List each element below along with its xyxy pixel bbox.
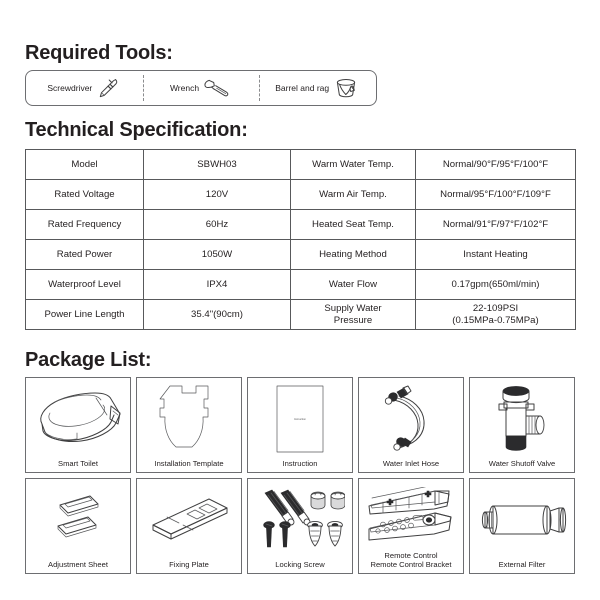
package-item-fixing-plate: Fixing Plate (136, 478, 242, 574)
spec-label-right: Warm Water Temp. (290, 149, 416, 180)
package-item-label: External Filter (498, 559, 546, 569)
spec-value-right: Normal/90°F/95°F/100°F (415, 149, 576, 180)
external-filter-icon (472, 481, 572, 560)
spec-label-left: Power Line Length (25, 299, 144, 330)
package-item-label: Adjustment Sheet (48, 559, 108, 569)
wrench-icon (202, 75, 232, 101)
spec-value-left: 35.4"(90cm) (143, 299, 291, 330)
package-item-label: Instruction (282, 458, 318, 468)
barrel-and-rag-icon (332, 75, 360, 101)
spec-label-right: Heating Method (290, 239, 416, 270)
smart-toilet-icon (28, 380, 128, 459)
adjustment-sheet-icon (28, 481, 128, 560)
required-tools-strip: Screwdriver Wrench Barrel and rag (25, 70, 377, 106)
package-item-external-filter: External Filter (469, 478, 575, 574)
tool-item-wrench: Wrench (142, 71, 260, 105)
tool-item-screwdriver: Screwdriver (26, 71, 143, 105)
spec-value-left: SBWH03 (143, 149, 291, 180)
screwdriver-icon (95, 75, 121, 101)
package-item-instruction: Instruction Instruction (247, 377, 353, 473)
water-shutoff-valve-icon (472, 380, 572, 459)
spec-value-left: 120V (143, 179, 291, 210)
required-tools-heading: Required Tools: (25, 42, 173, 64)
package-item-label: Remote Control Remote Control Bracket (370, 550, 452, 569)
spec-value-right: Normal/91°F/97°F/102°F (415, 209, 576, 240)
spec-value-left: 1050W (143, 239, 291, 270)
spec-label-left: Rated Power (25, 239, 144, 270)
package-item-remote-control: Remote Control Remote Control Bracket (358, 478, 464, 574)
tool-label-barrel-and-rag: Barrel and rag (275, 82, 330, 93)
spec-value-right: 22-109PSI (0.15MPa-0.75MPa) (415, 299, 576, 330)
package-item-water-inlet-hose: Water Inlet Hose (358, 377, 464, 473)
technical-specification-heading: Technical Specification: (25, 119, 248, 141)
package-item-label: Installation Template (154, 458, 224, 468)
tool-label-wrench: Wrench (169, 82, 200, 93)
spec-label-left: Rated Frequency (25, 209, 144, 240)
spec-value-right: 0.17gpm(650ml/min) (415, 269, 576, 300)
table-row: Model SBWH03 Warm Water Temp. Normal/90°… (25, 149, 576, 180)
spec-label-left: Model (25, 149, 144, 180)
package-item-label: Smart Toilet (58, 458, 98, 468)
package-item-water-shutoff-valve: Water Shutoff Valve (469, 377, 575, 473)
tool-item-barrel-and-rag: Barrel and rag (259, 71, 376, 105)
instruction-booklet-icon: Instruction (250, 380, 350, 459)
water-inlet-hose-icon (361, 380, 461, 459)
fixing-plate-icon (139, 481, 239, 560)
spec-sheet-page: Required Tools: Screwdriver Wrench Barre… (0, 0, 600, 600)
table-row: Rated Frequency 60Hz Heated Seat Temp. N… (25, 209, 576, 240)
package-item-smart-toilet: Smart Toilet (25, 377, 131, 473)
instruction-art-text: Instruction (294, 417, 307, 421)
table-row: Rated Voltage 120V Warm Air Temp. Normal… (25, 179, 576, 210)
package-item-locking-screw: Locking Screw (247, 478, 353, 574)
spec-label-right: Supply Water Pressure (290, 299, 416, 330)
table-row: Power Line Length 35.4"(90cm) Supply Wat… (25, 299, 576, 330)
package-item-label: Water Inlet Hose (382, 458, 440, 468)
technical-specification-table: Model SBWH03 Warm Water Temp. Normal/90°… (25, 149, 576, 330)
spec-label-right: Heated Seat Temp. (290, 209, 416, 240)
spec-label-right: Water Flow (290, 269, 416, 300)
package-item-label: Locking Screw (275, 559, 325, 569)
package-list-heading: Package List: (25, 349, 152, 371)
package-item-installation-template: Installation Template (136, 377, 242, 473)
package-item-label: Fixing Plate (169, 559, 209, 569)
package-list-grid: Smart Toilet Installation Template Instr… (25, 377, 575, 574)
remote-control-icon (361, 481, 461, 551)
locking-screw-icon (250, 481, 350, 560)
spec-label-right: Warm Air Temp. (290, 179, 416, 210)
installation-template-icon (139, 380, 239, 459)
spec-value-left: 60Hz (143, 209, 291, 240)
spec-value-right: Normal/95°F/100°F/109°F (415, 179, 576, 210)
package-item-label: Water Shutoff Valve (488, 458, 556, 468)
tool-label-screwdriver: Screwdriver (47, 82, 93, 93)
spec-label-left: Waterproof Level (25, 269, 144, 300)
table-row: Rated Power 1050W Heating Method Instant… (25, 239, 576, 270)
spec-value-left: IPX4 (143, 269, 291, 300)
spec-label-left: Rated Voltage (25, 179, 144, 210)
package-item-adjustment-sheet: Adjustment Sheet (25, 478, 131, 574)
table-row: Waterproof Level IPX4 Water Flow 0.17gpm… (25, 269, 576, 300)
spec-value-right: Instant Heating (415, 239, 576, 270)
